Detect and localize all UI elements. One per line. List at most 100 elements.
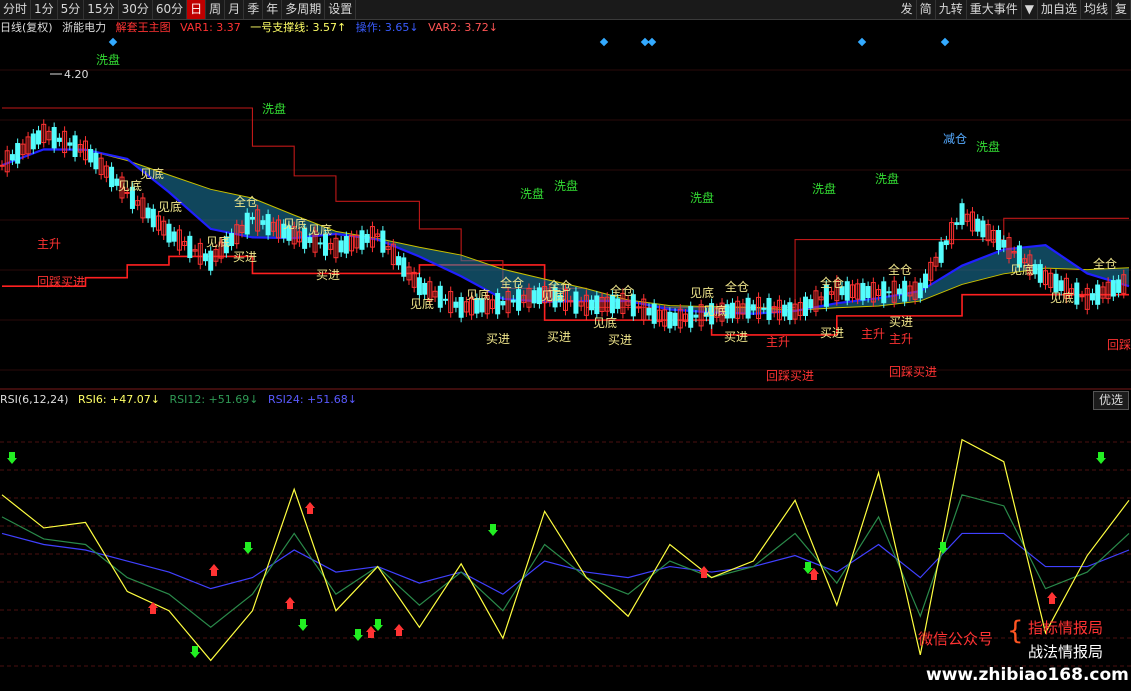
signal-label: 全仓 [1093, 256, 1117, 271]
candle-body [667, 311, 673, 329]
signal-label: 见底 [410, 296, 434, 311]
candle-body [359, 230, 365, 250]
candle-body [166, 223, 172, 243]
signal-label: 洗盘 [520, 186, 544, 201]
candle-body [761, 307, 767, 310]
signal-label: 买进 [316, 268, 340, 282]
candle-body [975, 218, 981, 232]
rsi-up-arrow-icon [209, 564, 219, 576]
signal-label: 见底 [690, 285, 714, 300]
candle-body [495, 293, 501, 315]
candle-body [594, 295, 600, 315]
rsi-down-arrow-icon [488, 524, 498, 536]
signal-label: 全仓 [888, 262, 912, 277]
signal-label: 主升 [766, 335, 790, 349]
candle-body [343, 236, 349, 254]
candle-body [980, 220, 986, 238]
rsi-up-arrow-icon [305, 502, 315, 514]
candle-body [1079, 295, 1085, 298]
signal-label: 洗盘 [690, 190, 714, 205]
candle-body [249, 216, 255, 220]
candle-body [307, 237, 313, 243]
signal-diamond [599, 37, 609, 47]
signal-label: 回踩买进 [889, 365, 937, 379]
signal-label: 见底 [466, 287, 490, 302]
candle-body [422, 282, 428, 295]
candle-body [93, 152, 99, 170]
signal-diamond [857, 37, 867, 47]
rsi-down-arrow-icon [353, 629, 363, 641]
signal-label: 见底 [308, 222, 332, 237]
signal-label: 买进 [724, 330, 748, 344]
candle-body [458, 297, 464, 318]
signal-label: 见底 [206, 234, 230, 249]
rsi-up-arrow-icon [285, 597, 295, 609]
candle-body [782, 304, 788, 317]
candle-body [364, 234, 370, 243]
signal-label: 全仓 [820, 275, 844, 290]
signal-label: 见底 [593, 315, 617, 330]
candle-body [615, 298, 621, 309]
signal-label: 见底 [283, 216, 307, 231]
candle-body [693, 314, 699, 318]
candle-body [803, 296, 809, 317]
signal-label: 买进 [486, 332, 510, 346]
candle-body [750, 304, 756, 311]
rsi-up-arrow-icon [366, 626, 376, 638]
candle-body [729, 302, 735, 319]
rsi-up-arrow-icon [1047, 592, 1057, 604]
candle-body [171, 231, 177, 242]
signal-label: 买进 [547, 330, 571, 344]
rsi-up-arrow-icon [394, 624, 404, 636]
candle-body [51, 127, 57, 149]
candle-body [1110, 280, 1116, 297]
signal-label: 见底 [1010, 262, 1034, 277]
signal-label: 见底 [158, 199, 182, 214]
signal-label: 见底 [703, 303, 727, 318]
candle-body [187, 235, 193, 259]
signal-label: 洗盘 [875, 171, 899, 186]
signal-label: 全仓 [725, 279, 749, 294]
candle-body [380, 230, 386, 253]
rsi-down-arrow-icon [190, 646, 200, 658]
candle-body [589, 299, 595, 311]
candle-body [260, 220, 266, 225]
signal-label: 见底 [1050, 290, 1074, 305]
candle-body [145, 207, 151, 219]
signal-label: 全仓 [234, 194, 258, 209]
candle-body [646, 307, 652, 316]
candle-body [531, 290, 537, 304]
candle-body [959, 203, 965, 225]
candle-body [923, 273, 929, 289]
rsi-down-arrow-icon [373, 619, 383, 631]
watermark-name1: 指标情报局 [1028, 619, 1104, 637]
rsi-down-arrow-icon [1096, 452, 1106, 464]
candle-body [651, 303, 657, 324]
candle-body [15, 143, 21, 164]
candle-body [302, 228, 308, 249]
candle-body [844, 281, 850, 301]
candle-body [672, 312, 678, 326]
candle-body [860, 282, 866, 301]
candle-body [437, 285, 443, 308]
candle-body [56, 137, 62, 142]
candle-body [244, 212, 250, 235]
candle-body [67, 142, 73, 146]
candle-body [72, 135, 78, 157]
rsi-down-arrow-icon [243, 542, 253, 554]
signal-diamond [940, 37, 950, 47]
rsi-down-arrow-icon [298, 619, 308, 631]
signal-label: 洗盘 [812, 181, 836, 196]
candle-body [265, 214, 271, 236]
stock-chart-canvas[interactable]: 4.20洗盘洗盘洗盘洗盘洗盘洗盘洗盘洗盘减仓见底见底见底见底 见底见底见底 见底见底… [0, 0, 1131, 691]
signal-diamond [108, 37, 118, 47]
signal-label: 主升 [889, 332, 913, 346]
signal-label: 买进 [233, 250, 257, 264]
signal-label: 全仓 [500, 275, 524, 290]
watermark-brace: { [1007, 616, 1024, 646]
candle-body [865, 286, 871, 298]
candle-body [150, 208, 156, 228]
candle-body [510, 299, 516, 303]
signal-label: 全仓 [548, 278, 572, 293]
signal-label: 洗盘 [262, 101, 286, 116]
